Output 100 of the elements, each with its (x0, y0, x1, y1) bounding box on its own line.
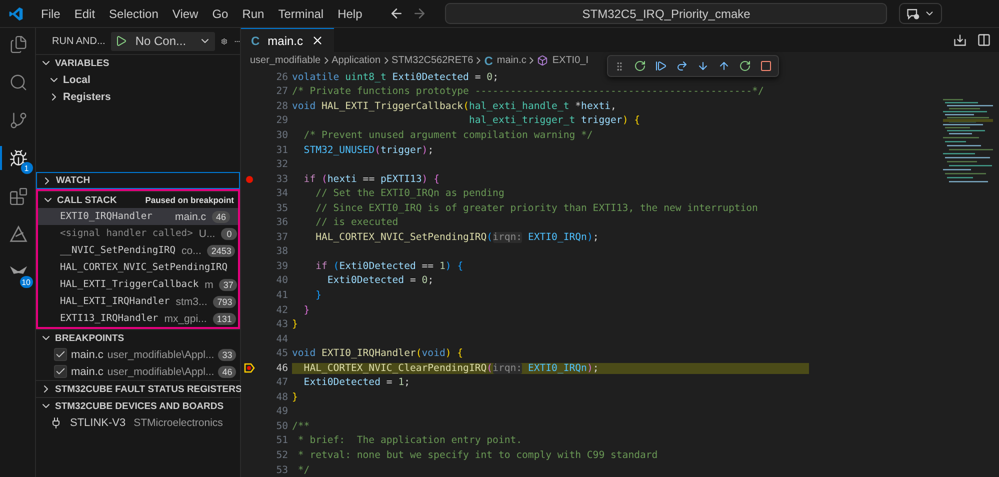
menu-item[interactable]: File (34, 6, 68, 20)
app-logo-icon (8, 6, 24, 22)
run-debug-icon[interactable] (9, 148, 28, 168)
code-line: // Since EXTI0_IRQ is of greater priority than EXTI13, the new interruption (314, 202, 758, 214)
line-number: 33 (275, 174, 288, 185)
code-line: /* Prevent unused argument compilation warning */ (302, 130, 593, 141)
stack-frame[interactable]: HAL_EXTI_IRQHandler stm3... 793 (38, 293, 238, 310)
line-number: 50 (275, 420, 288, 432)
code-line: // Set the EXTI0_IRQn as pending (314, 188, 504, 200)
search-icon[interactable] (9, 72, 28, 92)
stack-frame[interactable]: __NVIC_SetPendingIRQ co... 2453 (38, 242, 238, 259)
line-number: 36 (275, 217, 288, 228)
line-number: 51 (275, 435, 288, 446)
cube-icon (537, 55, 548, 66)
tree-item[interactable]: Registers (63, 90, 111, 102)
line-number: 31 (275, 144, 288, 156)
section-title: VARIABLES (55, 58, 110, 68)
breadcrumb[interactable]: user_modifiable (250, 55, 321, 66)
triangle-icon[interactable] (9, 224, 28, 244)
line-number: 53 (275, 464, 288, 476)
file-path: user_modifiable\Appl... (107, 366, 214, 378)
line-number: 47 (275, 377, 288, 388)
code-line: // is executed (314, 217, 398, 228)
stack-frame[interactable]: EXTI13_IRQHandler mx_gpi... 131 (38, 310, 238, 327)
close-icon[interactable] (311, 34, 324, 47)
line-number: 40 (275, 275, 288, 286)
menu-item[interactable]: View (165, 6, 206, 20)
breadcrumb[interactable]: Application (332, 55, 381, 66)
step-out-icon[interactable] (718, 60, 730, 72)
step-into-icon[interactable] (697, 60, 709, 72)
line-number: 41 (275, 290, 288, 301)
menu-item[interactable]: Terminal (271, 6, 331, 20)
breakpoint-icon[interactable] (246, 176, 252, 183)
breadcrumb[interactable]: C main.c (484, 54, 526, 68)
breadcrumb[interactable]: EXTI0_I (537, 55, 588, 66)
menu-item[interactable]: Help (330, 6, 370, 20)
split-editor-icon[interactable] (977, 33, 991, 47)
panel-title: RUN AND... (52, 36, 106, 46)
line-number: 37 (275, 232, 288, 243)
code-line: } (292, 319, 298, 330)
line-number: 43 (275, 319, 288, 330)
section-title: BREAKPOINTS (55, 332, 124, 344)
code-line: if (hexti == pEXTI13) { (302, 174, 440, 185)
line-number: 48 (275, 392, 288, 403)
code-line: /** (292, 420, 310, 432)
status-text: Paused on breakpoint (145, 195, 234, 205)
device-name[interactable]: STLINK-V3 (70, 416, 126, 428)
code-line: if (Exti0Detected == 1) { (314, 260, 464, 272)
code-line: void EXTI0_IRQHandler(void) { (292, 348, 464, 360)
forward-arrow-icon[interactable] (412, 6, 428, 21)
line-number: 28 (275, 100, 288, 112)
step-over-icon[interactable] (676, 60, 688, 72)
stack-frame[interactable]: EXTI0_IRQHandler main.c 46 (38, 208, 238, 225)
source-control-icon[interactable] (9, 110, 28, 130)
continue-icon[interactable] (655, 60, 667, 72)
file-name: main.c (71, 366, 104, 378)
code-line: } (302, 304, 310, 316)
checkbox[interactable] (54, 365, 67, 378)
code-line: volatile uint8_t Exti0Detected = 0; (292, 72, 498, 83)
line-number: 32 (275, 159, 288, 170)
menu-item[interactable]: Edit (67, 6, 102, 20)
section-header[interactable]: VARIABLES (36, 54, 240, 71)
restart-icon[interactable] (739, 60, 751, 72)
section-header[interactable]: STM32CUBE DEVICES AND BOARDS (36, 397, 240, 414)
line-number: 26 (275, 72, 288, 83)
launch-config-dropdown[interactable]: No Con... (111, 32, 216, 50)
section-header[interactable]: WATCH (36, 172, 240, 189)
line-count: 33 (218, 348, 236, 360)
stop-icon[interactable] (760, 60, 772, 72)
stack-frame[interactable]: <signal handler called> U... 0 (38, 225, 238, 242)
menu-item[interactable]: Run (235, 6, 272, 20)
breadcrumb[interactable]: STM32C562RET6 (392, 55, 474, 66)
code-line: /* Private functions prototype -----------------------------------------------*/ (292, 86, 764, 98)
menu-item[interactable]: Selection (102, 6, 166, 20)
line-number: 42 (275, 304, 288, 316)
menu-item[interactable]: Go (205, 6, 236, 20)
stack-frame[interactable]: HAL_CORTEX_NVIC_SetPendingIRQ (38, 259, 238, 276)
checkbox[interactable] (54, 348, 67, 361)
line-number: 30 (275, 130, 288, 141)
code-line: Exti0Detected = 0; (326, 275, 434, 286)
download-icon[interactable] (953, 33, 967, 47)
tree-item[interactable]: Local (63, 74, 90, 86)
line-number: 45 (275, 348, 288, 360)
editor-tab[interactable]: C main.c (241, 28, 334, 52)
grip-icon[interactable] (614, 60, 625, 72)
explorer-icon[interactable] (9, 34, 28, 54)
section-header[interactable]: STM32CUBE FAULT STATUS REGISTERS (36, 380, 240, 397)
stack-frame[interactable]: HAL_EXTI_TriggerCallback m 37 (38, 276, 238, 293)
line-number: 44 (275, 334, 288, 345)
section-header[interactable]: BREAKPOINTS (36, 329, 240, 346)
play-icon[interactable] (115, 35, 128, 47)
file-name: main.c (71, 348, 104, 360)
chat-icon (906, 6, 920, 20)
command-center-field[interactable]: STM32C5_IRQ_Priority_cmake (445, 3, 888, 24)
chat-button[interactable] (899, 3, 942, 24)
count-badge: 1 (20, 162, 32, 174)
line-number: 46 (275, 362, 288, 374)
section-title: CALL STACK (57, 194, 117, 206)
code-line: } (292, 392, 298, 403)
extensions-icon[interactable] (9, 186, 28, 206)
